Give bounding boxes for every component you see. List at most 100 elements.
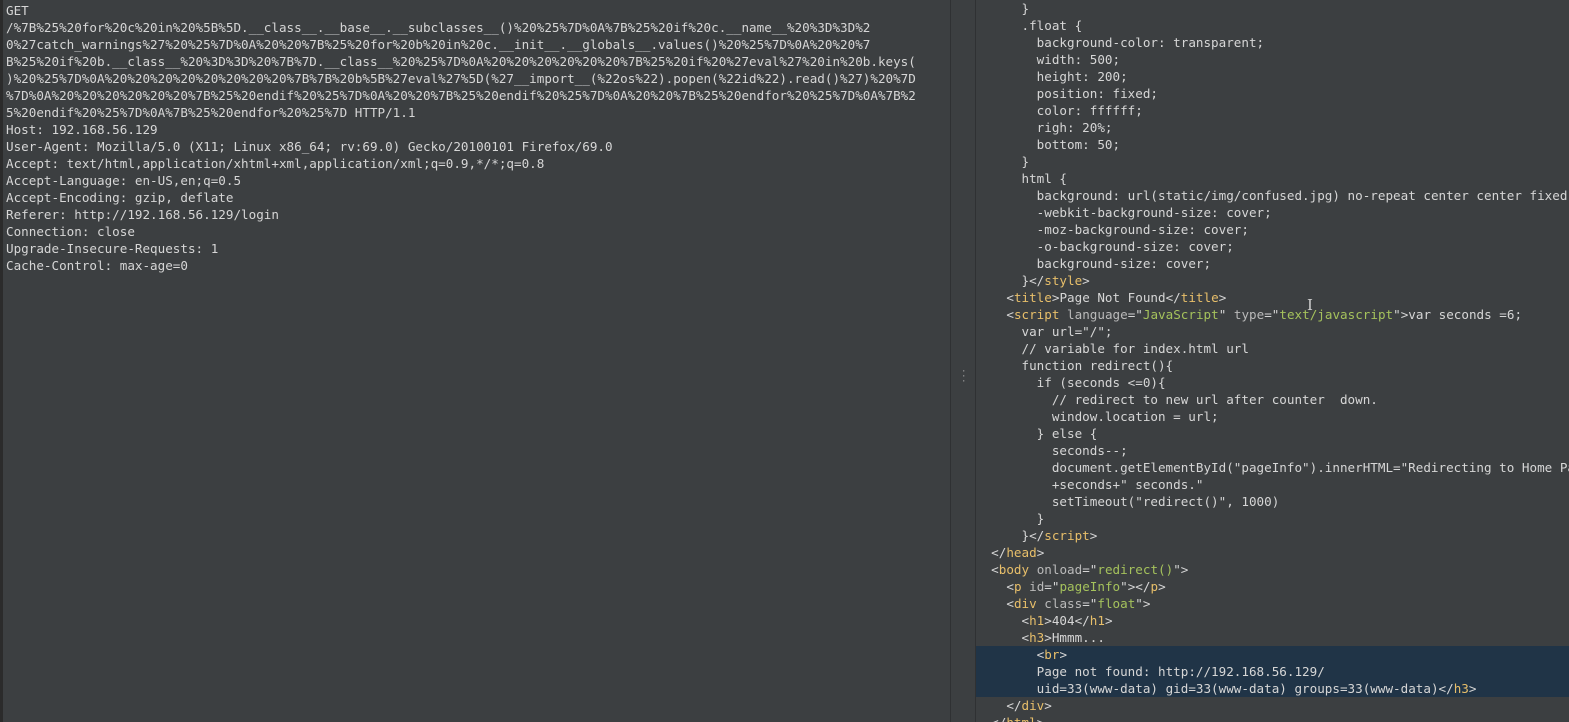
- response-code-line: html {: [976, 170, 1569, 187]
- response-code-line: height: 200;: [976, 68, 1569, 85]
- response-code-line: <h1>404</h1>: [976, 612, 1569, 629]
- code-token: <: [1006, 290, 1014, 305]
- pane-splitter[interactable]: · · ·: [950, 0, 976, 722]
- response-code-line: }: [976, 0, 1569, 17]
- code-token: -webkit-background-size: cover;: [1036, 205, 1272, 220]
- code-token: background-size: cover;: [1036, 256, 1212, 271]
- code-token: position: fixed;: [1036, 86, 1158, 101]
- request-header-line: Connection: close: [6, 224, 135, 239]
- request-header-line: Referer: http://192.168.56.129/login: [6, 207, 279, 222]
- request-url: /%7B%25%20for%20c%20in%20%5B%5D.__class_…: [6, 19, 944, 121]
- request-editor[interactable]: GET /%7B%25%20for%20c%20in%20%5B%5D.__cl…: [6, 2, 944, 274]
- response-code-line: </html>: [976, 714, 1569, 722]
- response-code-line: background: url(static/img/confused.jpg)…: [976, 187, 1569, 204]
- code-token: >Page Not Found</: [1051, 290, 1181, 305]
- request-header-line: Accept-Encoding: gzip, deflate: [6, 190, 234, 205]
- code-token: =": [1264, 307, 1280, 322]
- code-token: >: [1059, 647, 1068, 662]
- response-code-line: window.location = url;: [976, 408, 1569, 425]
- code-token: =": [1044, 579, 1060, 594]
- code-token: >: [1044, 698, 1052, 713]
- request-url-line: )%20%25%7D%0A%20%20%20%20%20%20%20%20%7B…: [6, 71, 916, 86]
- code-token: =": [1082, 562, 1098, 577]
- code-token: var url="/";: [1021, 324, 1113, 339]
- response-code-line: <div class="float">: [976, 595, 1569, 612]
- response-code-line: document.getElementById("pageInfo").inne…: [976, 459, 1569, 476]
- code-token: text/javascript: [1279, 307, 1394, 322]
- code-token: righ: 20%;: [1036, 120, 1113, 135]
- response-code-line: if (seconds <=0){: [976, 374, 1569, 391]
- code-token: <: [1021, 630, 1030, 645]
- request-header-line: Upgrade-Insecure-Requests: 1: [6, 241, 219, 256]
- code-token: seconds--;: [1051, 443, 1128, 458]
- code-token: JavaScript: [1142, 307, 1219, 322]
- request-header-line: Host: 192.168.56.129: [6, 122, 158, 137]
- response-code-line: background-color: transparent;: [976, 34, 1569, 51]
- code-token: br: [1044, 647, 1060, 662]
- request-header-line: Accept-Language: en-US,en;q=0.5: [6, 173, 242, 188]
- code-token: class: [1044, 596, 1083, 611]
- code-token: window.location = url;: [1051, 409, 1219, 424]
- code-token: background: url(static/img/confused.jpg)…: [1036, 188, 1569, 203]
- code-token: // variable for index.html url: [1021, 341, 1249, 356]
- response-code-line: setTimeout("redirect()", 1000): [976, 493, 1569, 510]
- response-code-line: -moz-background-size: cover;: [976, 221, 1569, 238]
- code-token: p: [1150, 579, 1159, 594]
- code-token: }: [1021, 154, 1030, 169]
- response-code-line: background-size: cover;: [976, 255, 1569, 272]
- response-code-line: position: fixed;: [976, 85, 1569, 102]
- response-code-line: <h3>Hmmm...: [976, 629, 1569, 646]
- response-editor[interactable]: } .float { background-color: transparent…: [976, 0, 1569, 722]
- response-pane[interactable]: } .float { background-color: transparent…: [976, 0, 1569, 722]
- response-code-line: // variable for index.html url: [976, 340, 1569, 357]
- code-token: if (seconds <=0){: [1036, 375, 1166, 390]
- code-token: height: 200;: [1036, 69, 1128, 84]
- splitter-grip-icon[interactable]: · · ·: [961, 368, 966, 387]
- code-token: p: [1013, 579, 1022, 594]
- code-token: bottom: 50;: [1036, 137, 1121, 152]
- code-token: div: [1013, 596, 1037, 611]
- code-token: pageInfo: [1059, 579, 1121, 594]
- code-token: }</: [1021, 273, 1045, 288]
- response-code-line: }</style>: [976, 272, 1569, 289]
- code-token: >404</: [1044, 613, 1090, 628]
- code-token: div: [1021, 698, 1045, 713]
- code-token: <: [991, 562, 999, 577]
- response-code-line: function redirect(){: [976, 357, 1569, 374]
- code-token: type: [1233, 307, 1265, 322]
- response-code-line: color: ffffff;: [976, 102, 1569, 119]
- response-code-line: seconds--;: [976, 442, 1569, 459]
- response-code-line: } else {: [976, 425, 1569, 442]
- request-pane[interactable]: GET /%7B%25%20for%20c%20in%20%5B%5D.__cl…: [0, 0, 950, 722]
- code-token: script: [1044, 528, 1090, 543]
- code-token: h1: [1089, 613, 1105, 628]
- code-token: redirect(): [1097, 562, 1174, 577]
- response-code-line: .float {: [976, 17, 1569, 34]
- response-code-line: <title>Page Not Found</title>: [976, 289, 1569, 306]
